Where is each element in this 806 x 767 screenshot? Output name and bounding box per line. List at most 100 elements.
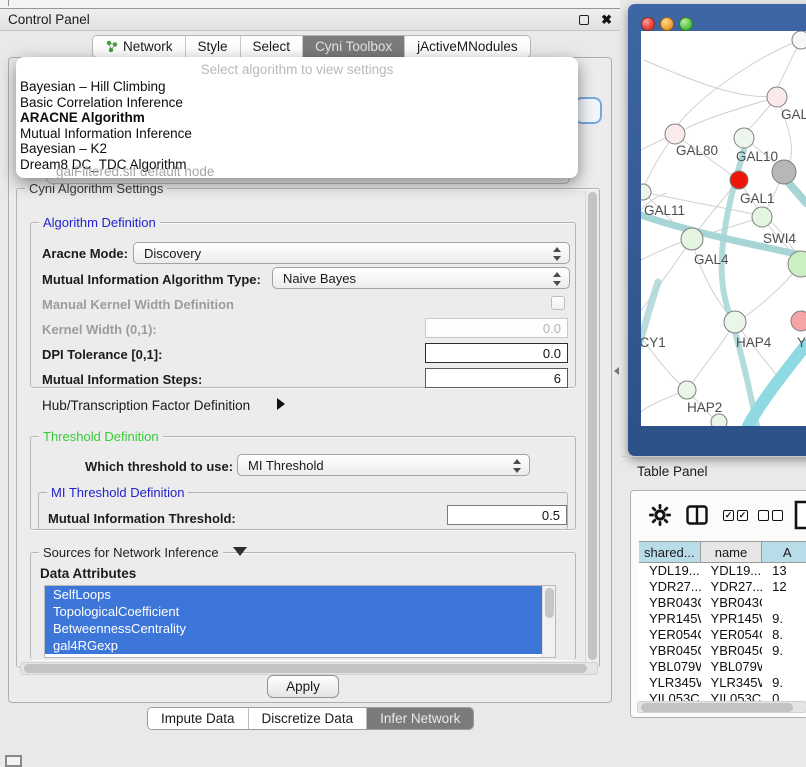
table-cell[interactable]: YBR045C: [639, 643, 701, 659]
bottom-tab-impute-data[interactable]: Impute Data: [148, 708, 249, 729]
close-icon[interactable]: ✖: [601, 13, 612, 26]
table-row[interactable]: YER054CYER054C8.: [639, 627, 806, 643]
table-cell[interactable]: YPR145W: [701, 611, 763, 627]
network-node-y[interactable]: [791, 311, 806, 331]
expand-right-icon[interactable]: [277, 398, 285, 410]
table-row[interactable]: YDL19...YDL19...13: [639, 563, 806, 579]
table-cell[interactable]: [762, 595, 806, 611]
table-cell[interactable]: YER054C: [639, 627, 701, 643]
document-icon[interactable]: [794, 500, 806, 530]
network-node-gal80[interactable]: [665, 124, 685, 144]
table-cell[interactable]: [762, 659, 806, 675]
table-row[interactable]: YBR045CYBR045C9.: [639, 643, 806, 659]
network-node[interactable]: [772, 160, 796, 184]
settings-horizontal-scrollbar[interactable]: [20, 662, 598, 675]
table-cell[interactable]: 13: [762, 563, 806, 579]
collapse-down-icon[interactable]: [233, 547, 247, 556]
table-cell[interactable]: YDR27...: [639, 579, 701, 595]
deselect-all-icon[interactable]: [772, 510, 783, 521]
network-node-gal10[interactable]: [734, 128, 754, 148]
manual-kernel-checkbox[interactable]: [551, 296, 565, 310]
panel-collapse-arrow[interactable]: [614, 367, 619, 375]
collapsed-panel-icon[interactable]: [5, 755, 22, 767]
table-cell[interactable]: YIL053C: [701, 691, 763, 701]
table-cell[interactable]: YBR043C: [639, 595, 701, 611]
table-cell[interactable]: YPR145W: [639, 611, 701, 627]
table-row[interactable]: YDR27...YDR27...12: [639, 579, 806, 595]
column-header-name[interactable]: name: [701, 542, 763, 562]
column-header-a[interactable]: A: [762, 542, 806, 562]
network-node-gal11[interactable]: [641, 184, 651, 200]
table-cell[interactable]: YBL079W: [701, 659, 763, 675]
tab-network[interactable]: Network: [93, 36, 186, 57]
table-cell[interactable]: YDL19...: [701, 563, 763, 579]
table-cell[interactable]: YDL19...: [639, 563, 701, 579]
table-row[interactable]: YBR043CYBR043C: [639, 595, 806, 611]
which-threshold-combo[interactable]: MI Threshold: [237, 454, 530, 476]
network-node-gal[interactable]: [767, 87, 787, 107]
table-row[interactable]: YIL053CYIL053C0.: [639, 691, 806, 701]
table-cell[interactable]: YBR043C: [701, 595, 763, 611]
algorithm-item-aracne-algorithm[interactable]: ARACNE Algorithm: [16, 110, 578, 126]
table-cell[interactable]: 12: [762, 579, 806, 595]
tab-jactivemnodules[interactable]: jActiveMNodules: [405, 36, 530, 57]
aracne-mode-combo[interactable]: Discovery: [133, 242, 570, 264]
kernel-width-field[interactable]: [425, 318, 568, 338]
network-node-hap4[interactable]: [724, 311, 746, 333]
table-cell[interactable]: YIL053C: [639, 691, 701, 701]
data-attributes-list[interactable]: SelfLoopsTopologicalCoefficientBetweenne…: [44, 585, 556, 658]
column-header-shared[interactable]: shared...: [639, 542, 701, 562]
tab-select[interactable]: Select: [241, 36, 304, 57]
attribute-item-topologicalcoefficient[interactable]: TopologicalCoefficient: [45, 603, 555, 620]
minimize-window-icon[interactable]: [660, 17, 674, 31]
table-cell[interactable]: 9.: [762, 643, 806, 659]
select-all-icon[interactable]: ✓: [737, 510, 748, 521]
bottom-tab-infer-network[interactable]: Infer Network: [367, 708, 473, 729]
mi-steps-field[interactable]: [425, 368, 568, 388]
close-window-icon[interactable]: [641, 17, 655, 31]
table-cell[interactable]: 9.: [762, 675, 806, 691]
select-all-icon[interactable]: ✓: [723, 510, 734, 521]
attribute-item-selfloops[interactable]: SelfLoops: [45, 586, 555, 603]
list-scrollbar[interactable]: [542, 586, 555, 657]
network-node-gal4[interactable]: [681, 228, 703, 250]
network-node-gal1[interactable]: [730, 171, 748, 189]
settings-vertical-scrollbar[interactable]: [585, 190, 598, 664]
table-cell[interactable]: 9.: [762, 611, 806, 627]
table-cell[interactable]: YER054C: [701, 627, 763, 643]
table-cell[interactable]: YLR345W: [701, 675, 763, 691]
network-node-hap2[interactable]: [678, 381, 696, 399]
table-row[interactable]: YPR145WYPR145W9.: [639, 611, 806, 627]
network-node[interactable]: [711, 414, 727, 426]
algorithm-item-bayesian-hill-climbing[interactable]: Bayesian – Hill Climbing: [16, 79, 578, 95]
table-horizontal-scrollbar[interactable]: [637, 701, 806, 713]
tab-style[interactable]: Style: [186, 36, 241, 57]
algorithm-item-mutual-information-inference[interactable]: Mutual Information Inference: [16, 126, 578, 142]
bottom-tab-discretize-data[interactable]: Discretize Data: [249, 708, 368, 729]
gear-icon[interactable]: [649, 504, 671, 526]
float-panel-icon[interactable]: [579, 15, 589, 25]
mi-algorithm-type-combo[interactable]: Naive Bayes: [272, 267, 570, 289]
table-cell[interactable]: YDR27...: [701, 579, 763, 595]
table-cell[interactable]: YLR345W: [639, 675, 701, 691]
columns-icon[interactable]: [686, 505, 708, 525]
table-cell[interactable]: 0.: [762, 691, 806, 701]
attribute-item-gal4rgexp[interactable]: gal4RGexp: [45, 637, 555, 654]
network-canvas[interactable]: GALGAL80GAL10GAL1GAL11SWI4GAL4GCY1HAP4YH…: [641, 31, 806, 426]
table-row[interactable]: YLR345WYLR345W9.: [639, 675, 806, 691]
algorithm-item-bayesian-k2[interactable]: Bayesian – K2: [16, 141, 578, 157]
table-cell[interactable]: 8.: [762, 627, 806, 643]
table-cell[interactable]: YBR045C: [701, 643, 763, 659]
attribute-item-betweennesscentrality[interactable]: BetweennessCentrality: [45, 620, 555, 637]
network-node-swi4[interactable]: [752, 207, 772, 227]
focused-combo-fragment[interactable]: [574, 97, 602, 124]
mi-threshold-field[interactable]: [447, 505, 567, 525]
apply-button[interactable]: Apply: [267, 675, 339, 698]
table-cell[interactable]: YBL079W: [639, 659, 701, 675]
network-node[interactable]: [792, 31, 806, 49]
table-row[interactable]: YBL079WYBL079W: [639, 659, 806, 675]
maximize-window-icon[interactable]: [679, 17, 693, 31]
tab-cyni-toolbox[interactable]: Cyni Toolbox: [303, 36, 405, 57]
deselect-all-icon[interactable]: [758, 510, 769, 521]
algorithm-item-basic-correlation-inference[interactable]: Basic Correlation Inference: [16, 95, 578, 111]
